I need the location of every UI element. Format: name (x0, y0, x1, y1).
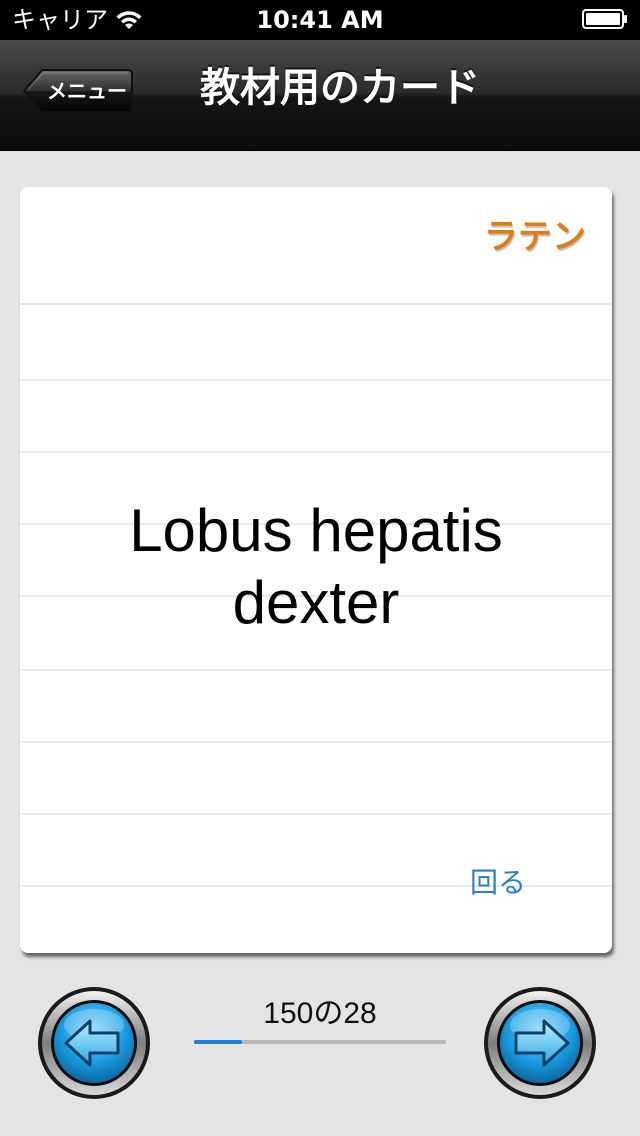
navigation-bar: メニュー 教材用のカード (0, 40, 640, 151)
flashcard[interactable]: ラテン Lobus hepatis dexter 回る (20, 187, 612, 953)
card-margin-line (20, 303, 612, 305)
progress-bar (194, 1040, 446, 1044)
card-ruled-line (20, 379, 612, 381)
card-language-label: ラテン (484, 217, 586, 257)
progress-fill (194, 1040, 242, 1044)
menu-back-label: メニュー (47, 79, 127, 103)
status-time: 10:41 AM (256, 6, 384, 34)
card-ruled-line (20, 451, 612, 453)
card-term: Lobus hepatis dexter (129, 497, 503, 636)
page-title: 教材用のカード (200, 65, 480, 111)
card-ruled-line (20, 669, 612, 671)
previous-card-button[interactable] (36, 985, 152, 1101)
battery-icon (582, 9, 627, 29)
status-bar: キャリア 10:41 AM (0, 0, 640, 40)
card-ruled-line (20, 813, 612, 815)
menu-back-button[interactable]: メニュー (22, 68, 134, 114)
card-ruled-line (20, 741, 612, 743)
progress-text: 150の28 (263, 997, 377, 1030)
next-card-button[interactable] (482, 985, 598, 1101)
flip-card-link[interactable]: 回る (470, 863, 526, 903)
